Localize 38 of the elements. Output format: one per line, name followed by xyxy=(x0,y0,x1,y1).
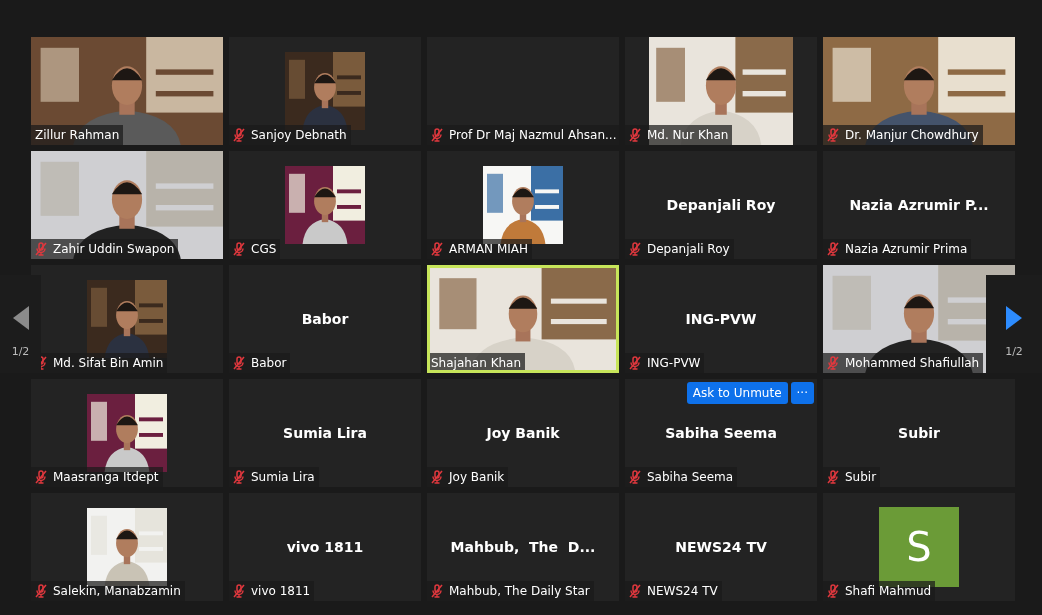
participant-label: Depanjali Roy xyxy=(625,239,734,259)
participant-label: Sabiha Seema xyxy=(625,467,738,487)
participant-label: Shafi Mahmud xyxy=(823,581,936,601)
more-options-button[interactable]: ··· xyxy=(790,382,814,404)
participant-label: Sumia Lira xyxy=(229,467,319,487)
participant-label: Mahbub, The Daily Star xyxy=(427,581,594,601)
participant-label: Zahir Uddin Swapon xyxy=(31,239,179,259)
participant-name: NEWS24 TV xyxy=(675,539,767,555)
participant-label: Joy Banik xyxy=(427,467,509,487)
participant-name: Subir xyxy=(898,425,940,441)
participant-label: Nazia Azrumir Prima xyxy=(823,239,972,259)
participant-label: Maasranga Itdept xyxy=(31,467,163,487)
participant-label: Sanjoy Debnath xyxy=(229,125,351,145)
participant-name: Sumia Lira xyxy=(283,425,367,441)
participant-name: Nazia Azrumir P... xyxy=(849,197,989,213)
participant-label: ARMAN MIAH xyxy=(427,239,533,259)
participant-label: Mohammed Shafiullah xyxy=(823,353,984,373)
participant-name: Mahbub, The D... xyxy=(450,539,596,555)
page-indicator: 1/2 xyxy=(1005,345,1023,358)
participant-name: vivo 1811 xyxy=(286,539,364,555)
participant-label: Subir xyxy=(823,467,881,487)
participant-name: Babor xyxy=(301,311,349,327)
participant-label: vivo 1811 xyxy=(229,581,315,601)
participant-label: Dr. Manjur Chowdhury xyxy=(823,125,983,145)
participant-label: Prof Dr Maj Nazmul Ahsan... xyxy=(427,125,619,145)
participant-name: ING-PVW xyxy=(685,311,757,327)
page-indicator: 1/2 xyxy=(11,345,30,358)
participant-label: Babor xyxy=(229,353,291,373)
participant-name: Depanjali Roy xyxy=(666,197,776,213)
participant-label: Salekin, Manabzamin xyxy=(31,581,185,601)
participant-label: ING-PVW xyxy=(625,353,705,373)
participant-label: CGS xyxy=(229,239,281,259)
ask-to-unmute-button[interactable]: Ask to Unmute xyxy=(686,382,788,404)
participant-name: Sabiha Seema xyxy=(665,425,777,441)
participant-label: Md. Nur Khan xyxy=(625,125,733,145)
participant-label: NEWS24 TV xyxy=(625,581,722,601)
participant-label: Zillur Rahman xyxy=(31,125,124,145)
participant-name: Joy Banik xyxy=(486,425,560,441)
